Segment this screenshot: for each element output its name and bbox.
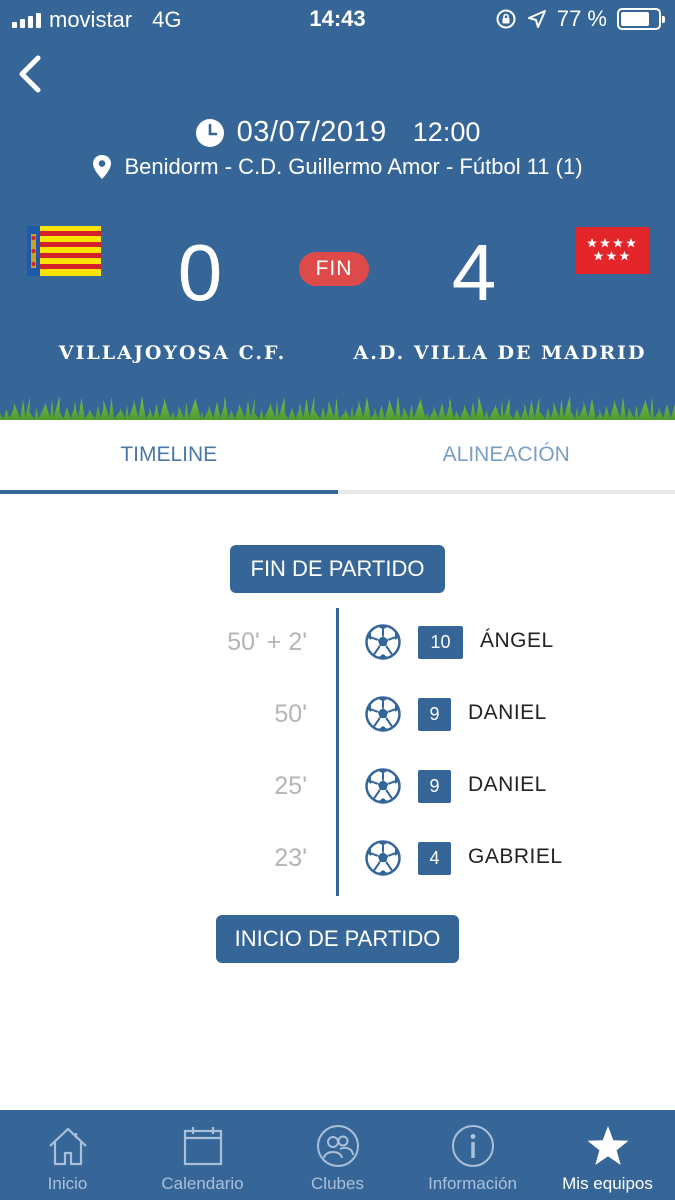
soccer-ball-icon xyxy=(365,768,401,804)
player-number: 9 xyxy=(418,698,451,731)
match-start-marker: INICIO DE PARTIDO xyxy=(216,915,459,963)
match-tabs: TIMELINE ALINEACIÓN xyxy=(0,420,675,494)
timeline-event: 50' 9 DANIEL xyxy=(0,692,675,742)
event-minute: 50' xyxy=(274,700,307,728)
match-venue-row: Benidorm - C.D. Guillermo Amor - Fútbol … xyxy=(0,154,675,180)
player-number: 4 xyxy=(418,842,451,875)
battery-percentage: 77 % xyxy=(556,6,607,31)
event-minute: 25' xyxy=(274,772,307,800)
timeline-event: 25' 9 DANIEL xyxy=(0,764,675,814)
calendar-icon xyxy=(183,1127,222,1166)
nav-label: Información xyxy=(428,1174,517,1193)
away-team-name: A.D. VILLA DE MADRID xyxy=(353,342,647,364)
player-name: DANIEL xyxy=(468,701,547,724)
info-icon xyxy=(451,1125,494,1167)
battery-icon xyxy=(617,8,665,30)
nav-inicio[interactable]: Inicio xyxy=(0,1110,135,1200)
match-date-row: 03/07/2019 12:00 xyxy=(0,116,675,149)
location-arrow-icon xyxy=(527,10,546,28)
soccer-ball-icon xyxy=(365,840,401,876)
player-number: 10 xyxy=(418,626,463,659)
away-team-flag xyxy=(575,227,649,274)
home-team-name: VILLAJOYOSA C.F. xyxy=(58,342,287,364)
home-icon xyxy=(48,1127,87,1166)
home-score: 0 xyxy=(177,228,223,317)
rotation-lock-icon xyxy=(496,9,516,29)
match-venue: Benidorm - C.D. Guillermo Amor - Fútbol … xyxy=(124,154,583,179)
event-minute: 50' + 2' xyxy=(227,628,307,656)
nav-label: Mis equipos xyxy=(562,1174,653,1193)
nav-calendario[interactable]: Calendario xyxy=(135,1110,270,1200)
nav-clubes[interactable]: Clubes xyxy=(270,1110,405,1200)
player-name: ÁNGEL xyxy=(480,629,554,652)
status-bar: movistar 4G 14:43 77 % xyxy=(0,0,675,38)
chevron-left-icon xyxy=(19,55,41,93)
away-score: 4 xyxy=(451,228,497,317)
nav-label: Inicio xyxy=(47,1174,88,1193)
clubs-icon xyxy=(316,1125,359,1167)
home-team-flag xyxy=(27,226,101,276)
grass-decoration xyxy=(0,396,675,420)
match-time: 12:00 xyxy=(412,117,481,147)
back-button[interactable] xyxy=(10,52,50,96)
star-icon xyxy=(587,1126,628,1165)
match-header: movistar 4G 14:43 77 % 03/07/2019 12:00 … xyxy=(0,0,675,420)
player-number: 9 xyxy=(418,770,451,803)
nav-mis-equipos[interactable]: Mis equipos xyxy=(540,1110,675,1200)
event-minute: 23' xyxy=(274,844,307,872)
timeline-event: 50' + 2' 10 ÁNGEL xyxy=(0,620,675,670)
match-date: 03/07/2019 xyxy=(236,116,387,148)
soccer-ball-icon xyxy=(365,624,401,660)
timeline-event: 23' 4 GABRIEL xyxy=(0,836,675,886)
player-name: DANIEL xyxy=(468,773,547,796)
clock-icon xyxy=(195,118,224,147)
location-pin-icon xyxy=(93,155,112,179)
tab-timeline[interactable]: TIMELINE xyxy=(0,420,338,494)
nav-informacion[interactable]: Información xyxy=(405,1110,540,1200)
match-status-badge: FIN xyxy=(299,252,369,286)
soccer-ball-icon xyxy=(365,696,401,732)
player-name: GABRIEL xyxy=(468,845,563,868)
nav-label: Clubes xyxy=(311,1174,364,1193)
match-end-marker: FIN DE PARTIDO xyxy=(230,545,445,593)
nav-label: Calendario xyxy=(161,1174,244,1193)
bottom-navigation: Inicio Calendario Clubes Información Mis… xyxy=(0,1110,675,1200)
tab-alineacion[interactable]: ALINEACIÓN xyxy=(338,420,675,490)
